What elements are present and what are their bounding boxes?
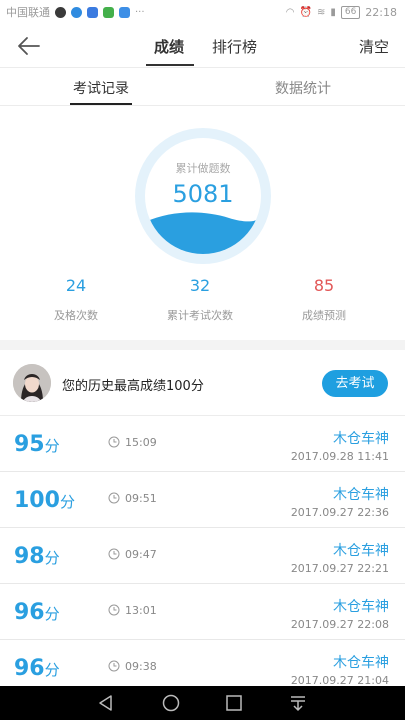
shield-app-icon — [103, 6, 114, 18]
stat-value: 85 — [313, 276, 335, 295]
record-row[interactable]: 98分 09:47 木仓车神 2017.09.27 22:21 — [0, 528, 405, 584]
record-score-value: 96 — [14, 600, 45, 625]
avatar[interactable] — [13, 364, 51, 402]
stat-label: 累计考试次数 — [167, 309, 233, 322]
record-score-value: 100 — [14, 488, 60, 513]
nav-recents-icon[interactable] — [224, 693, 244, 713]
stat-pass-count: 24 及格次数 — [16, 276, 136, 323]
stat-exam-count: 32 累计考试次数 — [140, 276, 260, 323]
baidu-app-icon — [87, 6, 98, 18]
clock-icon — [108, 436, 120, 448]
record-user-name: 木仓车神 — [333, 543, 389, 559]
message-app-icon — [119, 6, 130, 18]
record-row[interactable]: 96分 13:01 木仓车神 2017.09.27 22:08 — [0, 584, 405, 640]
clock-time: 22:18 — [365, 5, 397, 19]
clock-icon — [108, 548, 120, 560]
record-score-unit: 分 — [44, 661, 60, 679]
record-score: 95分 — [14, 432, 60, 457]
battery-icon: 66 — [340, 5, 361, 19]
clock-icon — [108, 492, 120, 504]
record-score-value: 96 — [14, 656, 45, 681]
record-score: 96分 — [14, 656, 60, 681]
signal-icon: ▮ — [330, 6, 336, 18]
nav-home-icon[interactable] — [161, 693, 181, 713]
browser-app-icon — [71, 6, 82, 18]
record-user-name: 木仓车神 — [333, 487, 389, 503]
nav-back-icon[interactable] — [96, 693, 116, 713]
status-bar: 中国联通 ··· ◠ ⏰ ≋ ▮ 66 22:18 — [0, 0, 405, 24]
record-date: 2017.09.27 22:21 — [290, 562, 389, 575]
moon-app-icon — [55, 6, 66, 18]
arrow-left-icon[interactable] — [16, 34, 42, 58]
record-duration: 15:09 — [125, 436, 157, 449]
record-score: 96分 — [14, 600, 60, 625]
clear-button[interactable]: 清空 — [359, 36, 389, 57]
record-duration: 09:47 — [125, 548, 157, 561]
record-score-unit: 分 — [59, 493, 75, 511]
carrier-label: 中国联通 — [6, 6, 50, 19]
record-score: 100分 — [14, 488, 75, 513]
wifi-icon: ≋ — [316, 6, 326, 18]
best-score-text: 您的历史最高成绩100分 — [62, 379, 204, 394]
best-score-row: 您的历史最高成绩100分 去考试 — [0, 350, 405, 416]
stat-label: 成绩预测 — [302, 309, 346, 322]
tab-score-underline — [146, 64, 194, 66]
system-nav-bar — [0, 686, 405, 720]
stat-label: 及格次数 — [54, 309, 98, 322]
headset-icon: ◠ — [285, 6, 295, 18]
record-score-unit: 分 — [44, 437, 60, 455]
record-user-name: 木仓车神 — [333, 655, 389, 671]
top-nav: 成绩 排行榜 清空 — [0, 24, 405, 68]
record-user-name: 木仓车神 — [333, 599, 389, 615]
clock-icon — [108, 660, 120, 672]
record-score: 98分 — [14, 544, 60, 569]
tab-exam-records[interactable]: 考试记录 — [73, 78, 129, 98]
gauge-label: 累计做题数 — [175, 162, 231, 175]
stat-value: 24 — [65, 276, 87, 295]
question-count-gauge: 累计做题数 5081 — [135, 128, 271, 264]
record-score-unit: 分 — [44, 605, 60, 623]
record-date: 2017.09.27 22:08 — [290, 618, 389, 631]
stat-score-prediction: 85 成绩预测 — [264, 276, 384, 323]
record-duration: 13:01 — [125, 604, 157, 617]
stat-value: 32 — [189, 276, 211, 295]
record-date: 2017.09.28 11:41 — [290, 450, 389, 463]
record-score-unit: 分 — [44, 549, 60, 567]
record-row[interactable]: 95分 15:09 木仓车神 2017.09.28 11:41 — [0, 416, 405, 472]
take-exam-button[interactable]: 去考试 — [322, 370, 388, 397]
record-duration: 09:51 — [125, 492, 157, 505]
section-divider — [0, 340, 405, 350]
gauge-inner: 累计做题数 5081 — [145, 138, 261, 254]
alarm-icon: ⏰ — [299, 6, 312, 18]
record-user-name: 木仓车神 — [333, 431, 389, 447]
gauge-value: 5081 — [172, 180, 234, 208]
more-notifications-icon: ··· — [135, 6, 145, 18]
record-score-value: 98 — [14, 544, 45, 569]
record-row[interactable]: 100分 09:51 木仓车神 2017.09.27 22:36 — [0, 472, 405, 528]
nav-notification-icon[interactable] — [288, 693, 308, 713]
avatar-image — [13, 364, 51, 402]
tab-score[interactable]: 成绩 — [154, 36, 184, 57]
tab-exam-records-underline — [70, 103, 132, 105]
tab-ranking[interactable]: 排行榜 — [212, 36, 257, 57]
record-score-value: 95 — [14, 432, 45, 457]
record-date: 2017.09.27 22:36 — [290, 506, 389, 519]
tab-data-statistics[interactable]: 数据统计 — [275, 78, 331, 98]
record-duration: 09:38 — [125, 660, 157, 673]
sub-tabs: 考试记录 数据统计 — [0, 68, 405, 106]
clock-icon — [108, 604, 120, 616]
